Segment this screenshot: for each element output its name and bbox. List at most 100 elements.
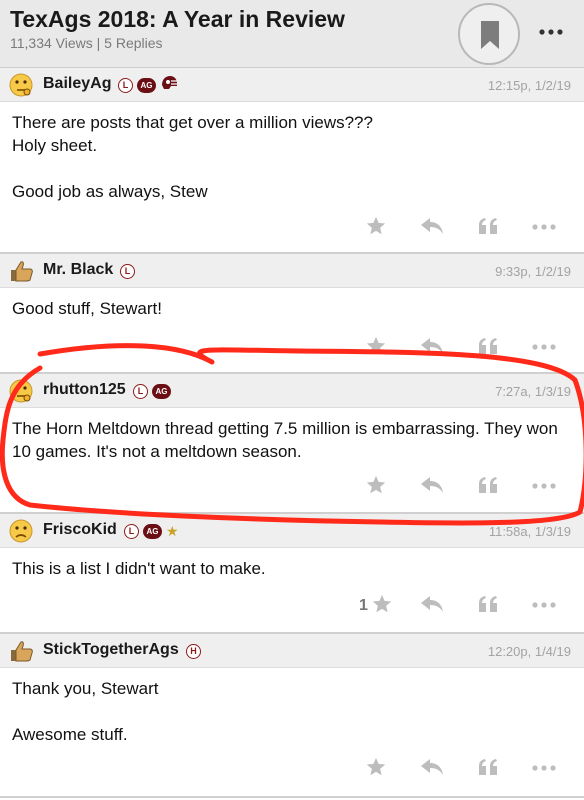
username-link[interactable]: FriscoKid — [43, 521, 117, 539]
reply-button[interactable] — [404, 216, 460, 240]
reply-button[interactable] — [404, 336, 460, 360]
post-timestamp: 7:27a, 1/3/19 — [495, 384, 571, 399]
post-body: Good stuff, Stewart! — [12, 297, 574, 320]
thread-meta: 11,334 Views | 5 Replies — [10, 35, 163, 51]
bookmark-button[interactable] — [458, 3, 520, 65]
post-header: StickTogetherAgs H 12:20p, 1/4/19 — [0, 634, 584, 668]
reply-arrow-icon — [420, 475, 444, 500]
quote-button[interactable] — [460, 336, 516, 360]
reply-arrow-icon — [420, 757, 444, 782]
quote-icon — [477, 475, 499, 500]
reply-arrow-icon — [420, 594, 444, 619]
username-link[interactable]: StickTogetherAgs — [43, 641, 179, 659]
post-text: Thank you, Stewart Awesome stuff. — [12, 679, 159, 744]
post: StickTogetherAgs H 12:20p, 1/4/19 Thank you… — [0, 634, 584, 798]
post-body: This is a list I didn't want to make. — [12, 557, 574, 580]
user-badges: H — [186, 643, 201, 659]
avatar[interactable] — [8, 379, 34, 403]
reply-button[interactable] — [404, 757, 460, 781]
favorite-button[interactable] — [348, 216, 404, 240]
l-badge: L — [118, 77, 133, 93]
post-timestamp: 9:33p, 1/2/19 — [495, 264, 571, 279]
quote-button[interactable] — [460, 594, 516, 618]
avatar[interactable] — [8, 73, 34, 97]
username-link[interactable]: rhutton125 — [43, 381, 126, 399]
l-badge: L — [133, 383, 148, 399]
post-body: The Horn Meltdown thread getting 7.5 mil… — [12, 417, 574, 463]
l-badge: L — [124, 523, 139, 539]
post-more-button[interactable] — [516, 336, 572, 360]
post-header: Mr. Black L 9:33p, 1/2/19 — [0, 254, 584, 288]
user-badges: L AG — [118, 75, 178, 95]
more-horizontal-icon — [531, 339, 557, 357]
star-badge-icon: ★ — [166, 522, 179, 539]
quote-button[interactable] — [460, 757, 516, 781]
user-badges: L AG ★ — [124, 523, 179, 539]
post-text: This is a list I didn't want to make. — [12, 559, 266, 578]
post-timestamp: 12:15p, 1/2/19 — [487, 78, 571, 93]
more-horizontal-icon — [531, 219, 557, 237]
post-header: rhutton125 L AG 7:27a, 1/3/19 — [0, 374, 584, 408]
quote-icon — [477, 757, 499, 782]
post: rhutton125 L AG 7:27a, 1/3/19 The Horn Meltd… — [0, 374, 584, 514]
favorite-button[interactable] — [348, 757, 404, 781]
h-badge: H — [186, 643, 201, 659]
post-actions — [348, 216, 572, 240]
username-link[interactable]: Mr. Black — [43, 261, 113, 279]
star-icon — [365, 335, 387, 362]
like-count: 1 — [359, 597, 368, 614]
reply-button[interactable] — [404, 594, 460, 618]
star-icon — [365, 474, 387, 501]
user-badges: L AG — [133, 383, 171, 399]
post-more-button[interactable] — [516, 216, 572, 240]
post-more-button[interactable] — [516, 757, 572, 781]
favorite-button[interactable] — [348, 475, 404, 499]
post-timestamp: 11:58a, 1/3/19 — [488, 524, 571, 539]
more-horizontal-icon — [531, 760, 557, 778]
post-actions — [348, 757, 572, 781]
post-body: There are posts that get over a million … — [12, 111, 574, 203]
quote-icon — [477, 216, 499, 241]
post-more-button[interactable] — [516, 475, 572, 499]
helmet-badge-icon — [160, 75, 178, 95]
l-badge: L — [120, 263, 135, 279]
quote-button[interactable] — [460, 475, 516, 499]
ag-badge: AG — [143, 523, 162, 539]
post-actions — [348, 336, 572, 360]
post-more-button[interactable] — [516, 594, 572, 618]
more-horizontal-icon — [531, 478, 557, 496]
reply-button[interactable] — [404, 475, 460, 499]
avatar[interactable] — [8, 259, 34, 283]
post: Mr. Black L 9:33p, 1/2/19 Good stuff, Stewa… — [0, 254, 584, 374]
ag-badge: AG — [137, 77, 156, 93]
thread-more-button[interactable] — [538, 22, 564, 42]
more-horizontal-icon — [531, 597, 557, 615]
post-header: BaileyAg L AG 12:15p, 1/2/19 — [0, 68, 584, 102]
post-body: Thank you, Stewart Awesome stuff. — [12, 677, 574, 746]
star-icon — [365, 215, 387, 242]
username-link[interactable]: BaileyAg — [43, 75, 111, 93]
avatar[interactable] — [8, 639, 34, 663]
user-badges: L — [120, 263, 135, 279]
star-icon — [371, 593, 393, 620]
quote-icon — [477, 594, 499, 619]
quote-button[interactable] — [460, 216, 516, 240]
post-actions: 1 — [348, 594, 572, 618]
avatar[interactable] — [8, 519, 34, 543]
star-icon — [365, 756, 387, 783]
favorite-button[interactable]: 1 — [348, 594, 404, 618]
post-text: Good stuff, Stewart! — [12, 299, 162, 318]
reply-arrow-icon — [420, 216, 444, 241]
bookmark-icon — [481, 21, 499, 49]
thread-title: TexAgs 2018: A Year in Review — [10, 6, 345, 32]
thread-header: TexAgs 2018: A Year in Review 11,334 Vie… — [0, 0, 584, 68]
more-horizontal-icon — [539, 29, 563, 35]
post-actions — [348, 475, 572, 499]
quote-icon — [477, 336, 499, 361]
favorite-button[interactable] — [348, 336, 404, 360]
post-header: FriscoKid L AG ★ 11:58a, 1/3/19 — [0, 514, 584, 548]
post-text: There are posts that get over a million … — [12, 113, 373, 201]
ag-badge: AG — [152, 383, 171, 399]
post: BaileyAg L AG 12:15p, 1/2/19 There are posts… — [0, 68, 584, 254]
reply-arrow-icon — [420, 336, 444, 361]
